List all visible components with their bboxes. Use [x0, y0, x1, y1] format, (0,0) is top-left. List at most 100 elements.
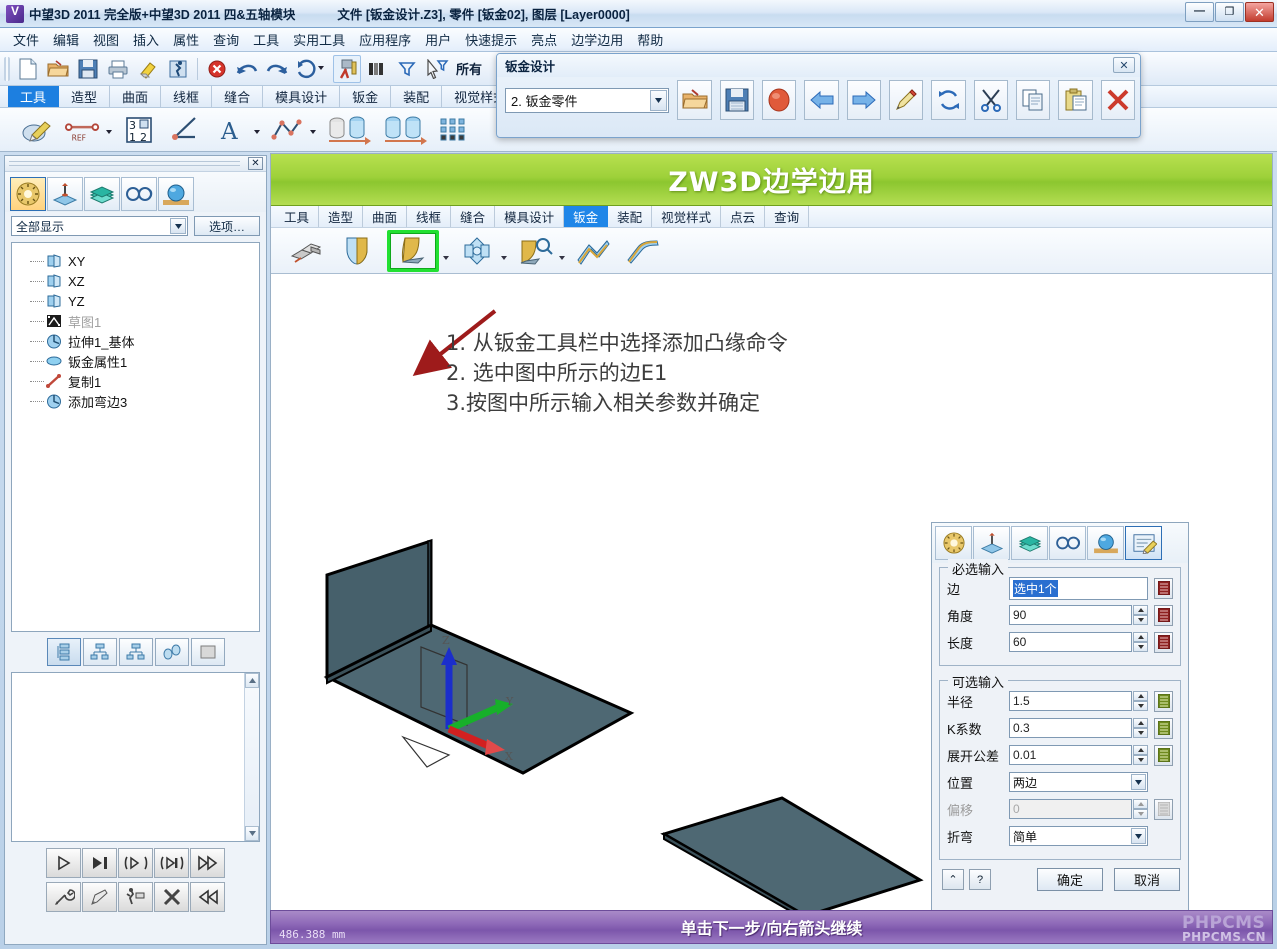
unfold-tolerance-options-button[interactable]	[1154, 745, 1173, 766]
subtab-modeling[interactable]: 造型	[319, 206, 363, 227]
edge-input[interactable]: 选中1个	[1009, 577, 1148, 600]
tab-mold-design[interactable]: 模具设计	[263, 86, 340, 107]
tree-item-yz[interactable]: YZ	[30, 291, 259, 311]
unfold-tolerance-input[interactable]: 0.01	[1009, 745, 1132, 765]
angle-icon[interactable]	[166, 112, 204, 148]
collapse-button[interactable]: ⌃	[942, 869, 964, 890]
layers-icon[interactable]	[363, 55, 391, 83]
dim-312-icon[interactable]: 312	[120, 112, 158, 148]
spin-up-icon[interactable]	[1133, 691, 1148, 701]
tree-view-icon[interactable]	[83, 638, 117, 666]
open-folder-icon[interactable]	[677, 80, 711, 120]
menu-item-inquire[interactable]: 查询	[206, 27, 246, 52]
menu-item-insert[interactable]: 插入	[126, 27, 166, 52]
length-options-button[interactable]	[1154, 632, 1173, 653]
subtab-surface[interactable]: 曲面	[363, 206, 407, 227]
menu-item-file[interactable]: 文件	[6, 27, 46, 52]
subtab-inquire[interactable]: 查询	[765, 206, 809, 227]
spin-down-icon[interactable]	[1133, 642, 1148, 652]
new-file-icon[interactable]	[14, 55, 42, 83]
spin-down-icon[interactable]	[1133, 615, 1148, 625]
print-icon[interactable]	[104, 55, 132, 83]
radius-spinner[interactable]	[1133, 691, 1148, 711]
message-pane-scrollbar[interactable]	[244, 673, 259, 841]
extrude-pair-icon[interactable]	[324, 112, 372, 148]
play-icon[interactable]	[46, 848, 81, 878]
display-filter-select[interactable]: 全部显示	[11, 216, 188, 236]
chevron-down-icon[interactable]	[1131, 828, 1146, 844]
pick-filter-icon[interactable]	[423, 55, 451, 83]
datum-icon[interactable]	[973, 526, 1010, 560]
3d-viewport[interactable]: 1. 从钣金工具栏中选择添加凸缘命令 2. 选中图中所示的边E1 3.按图中所示…	[271, 274, 1272, 914]
text-dropdown-caret-icon[interactable]	[254, 130, 260, 134]
position-select[interactable]: 两边	[1009, 772, 1148, 792]
close-x-icon[interactable]	[1101, 80, 1135, 120]
kfactor-input[interactable]: 0.3	[1009, 718, 1132, 738]
angle-spinner[interactable]	[1133, 605, 1148, 625]
menu-item-user[interactable]: 用户	[418, 27, 458, 52]
copy-icon[interactable]	[1016, 80, 1050, 120]
form-edit-icon[interactable]	[1125, 526, 1162, 560]
save-icon[interactable]	[74, 55, 102, 83]
scroll-up-icon[interactable]	[245, 673, 259, 688]
datum-icon[interactable]	[47, 177, 83, 211]
subtab-sheet-metal[interactable]: 钣金	[564, 206, 608, 227]
spin-down-icon[interactable]	[1133, 728, 1148, 738]
sheet-tab-icon[interactable]	[337, 232, 377, 270]
menu-item-quick-tips[interactable]: 快速提示	[458, 27, 524, 52]
forward-arrow-icon[interactable]	[847, 80, 881, 120]
bend-icon[interactable]	[573, 232, 613, 270]
partial-flange-dropdown-caret-icon[interactable]	[559, 256, 565, 260]
back-arrow-icon[interactable]	[804, 80, 838, 120]
menu-item-tools[interactable]: 工具	[246, 27, 286, 52]
message-pane[interactable]	[11, 672, 260, 842]
menu-item-applications[interactable]: 应用程序	[352, 27, 418, 52]
compare-icon[interactable]	[155, 638, 189, 666]
reference-line-icon[interactable]: REF	[64, 112, 102, 148]
extrude-pair2-icon[interactable]	[380, 112, 428, 148]
suppress-icon[interactable]	[118, 882, 153, 912]
tree-item-copy1[interactable]: 复制1	[30, 371, 259, 391]
hierarchy-icon[interactable]	[119, 638, 153, 666]
open-folder-icon[interactable]	[44, 55, 72, 83]
subtab-assembly[interactable]: 装配	[608, 206, 652, 227]
help-button[interactable]: ?	[969, 869, 991, 890]
blank-icon[interactable]	[191, 638, 225, 666]
radius-input[interactable]: 1.5	[1009, 691, 1132, 711]
sphere-icon[interactable]	[1087, 526, 1124, 560]
layers-icon[interactable]	[1011, 526, 1048, 560]
toolbar-grip[interactable]	[4, 57, 10, 81]
delete-x-icon[interactable]	[154, 882, 189, 912]
glasses-icon[interactable]	[121, 177, 157, 211]
reference-dropdown-caret-icon[interactable]	[106, 130, 112, 134]
tab-stitch[interactable]: 缝合	[212, 86, 263, 107]
dialog-title-bar[interactable]: 钣金设计 ✕	[497, 54, 1140, 77]
options-button[interactable]: 选项…	[194, 216, 260, 236]
close-button[interactable]: ✕	[1245, 2, 1274, 22]
record-red-icon[interactable]	[762, 80, 796, 120]
tab-assembly[interactable]: 装配	[391, 86, 442, 107]
ok-button[interactable]: 确定	[1037, 868, 1103, 891]
radius-options-button[interactable]	[1154, 691, 1173, 712]
fast-forward-icon[interactable]	[190, 848, 225, 878]
delete-icon[interactable]	[203, 55, 231, 83]
subtab-point-cloud[interactable]: 点云	[721, 206, 765, 227]
eraser-icon[interactable]	[134, 55, 162, 83]
scroll-down-icon[interactable]	[245, 826, 259, 841]
tab-modeling[interactable]: 造型	[59, 86, 110, 107]
tab-wireframe[interactable]: 线框	[161, 86, 212, 107]
step-forward-group-icon[interactable]	[118, 848, 153, 878]
subtab-visual-style[interactable]: 视觉样式	[652, 206, 721, 227]
edge-pick-button[interactable]	[1154, 578, 1173, 599]
tree-item-extrude1-base[interactable]: 拉伸1_基体	[30, 331, 259, 351]
subtab-wireframe[interactable]: 线框	[407, 206, 451, 227]
tab-sheet-metal[interactable]: 钣金	[340, 86, 391, 107]
maximize-button[interactable]: ❐	[1215, 2, 1244, 22]
unfold-tolerance-spinner[interactable]	[1133, 745, 1148, 765]
menu-item-view[interactable]: 视图	[86, 27, 126, 52]
palette-icon[interactable]	[10, 177, 46, 211]
pencil-icon[interactable]	[889, 80, 923, 120]
sheet-base-icon[interactable]	[287, 232, 327, 270]
unbend-icon[interactable]	[623, 232, 663, 270]
sphere-icon[interactable]	[158, 177, 194, 211]
